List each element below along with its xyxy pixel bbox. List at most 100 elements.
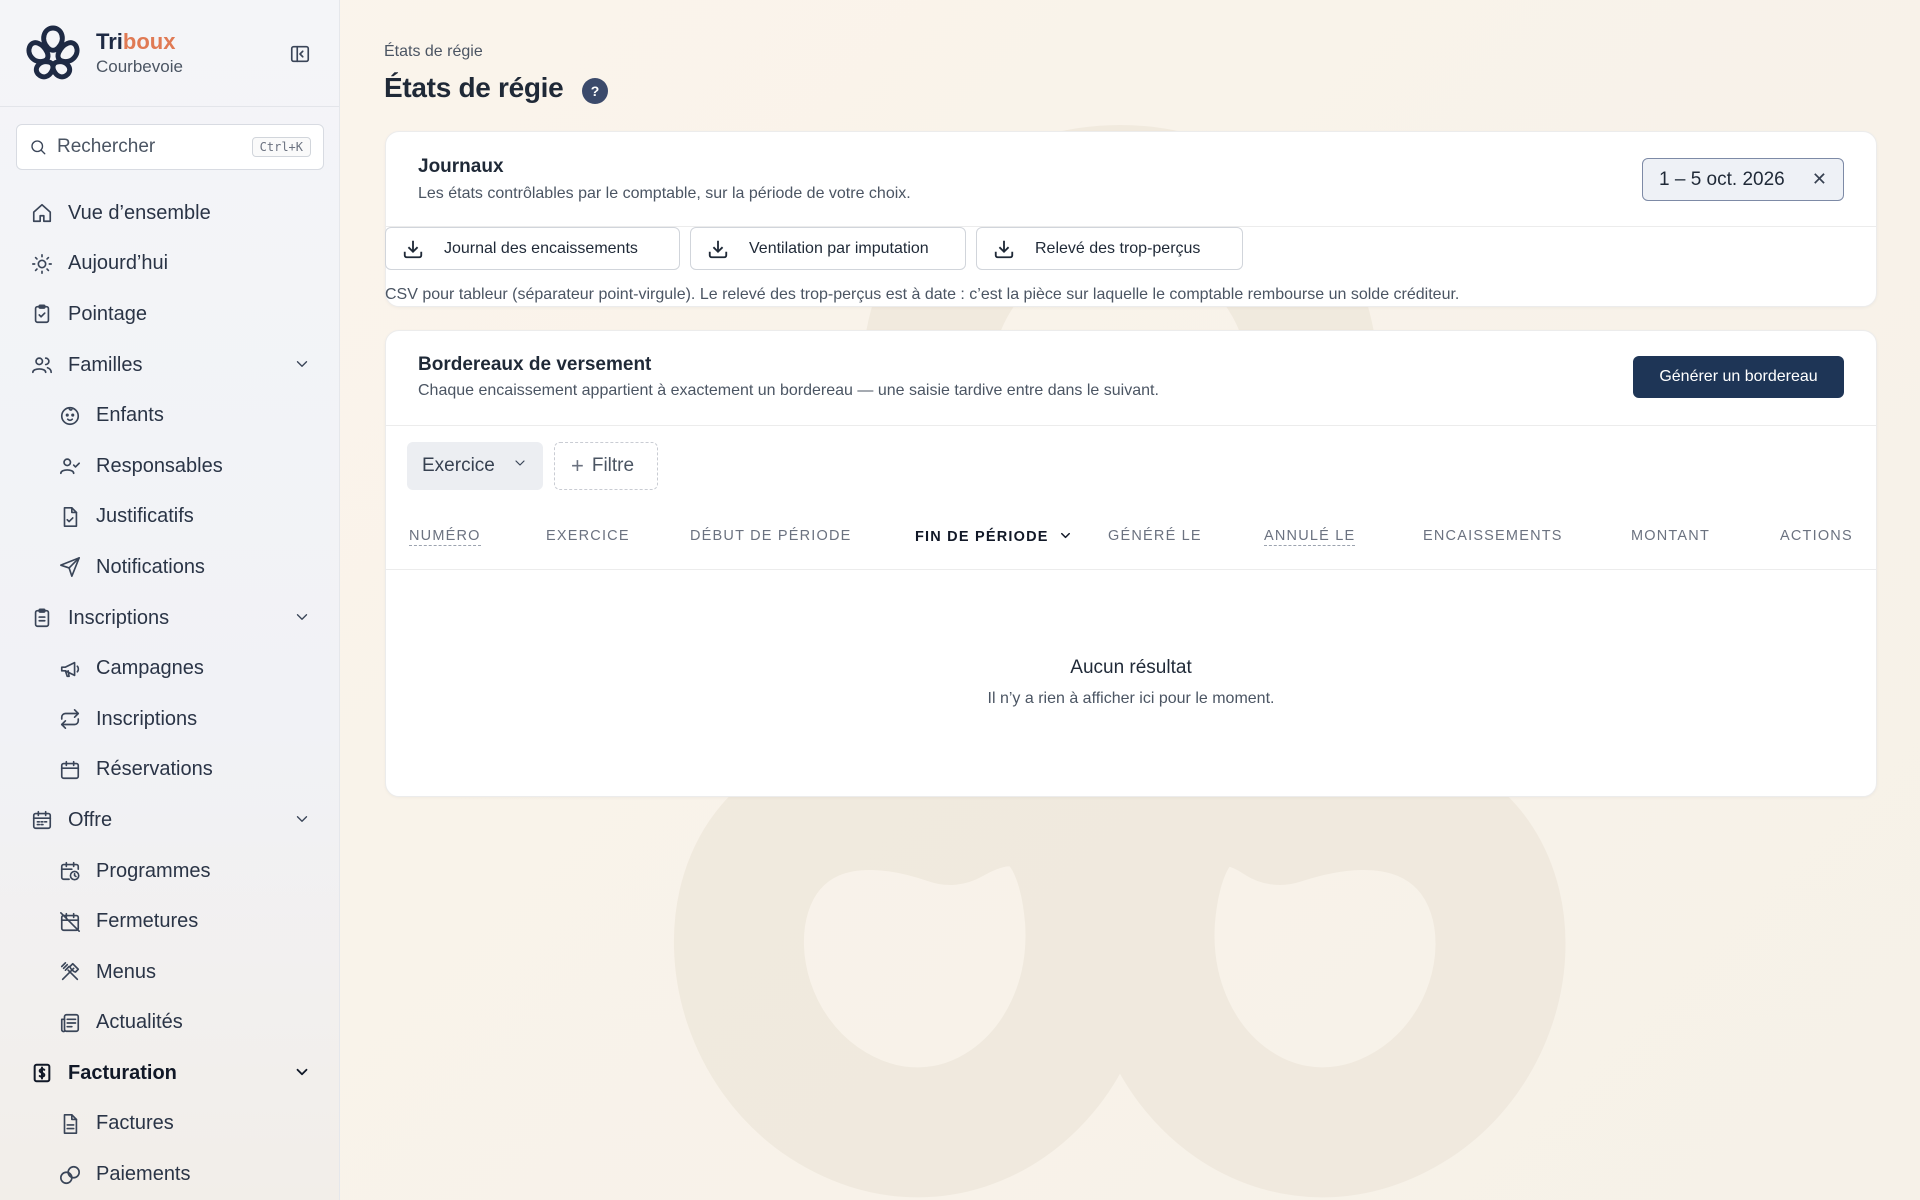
exercice-filter-label: Exercice — [422, 455, 495, 476]
sidebar-item-label: Actualités — [96, 1011, 183, 1034]
button-label: Ventilation par imputation — [749, 239, 929, 257]
bordereaux-divider — [386, 425, 1876, 426]
add-filter-button[interactable]: + Filtre — [554, 442, 658, 490]
sidebar-item-label: Réservations — [96, 758, 213, 781]
calendar-off-icon — [60, 911, 80, 932]
newspaper-icon — [60, 1013, 80, 1033]
sidebar-item-paiements[interactable]: Paiements — [0, 1149, 339, 1200]
sidebar-item-factures[interactable]: Factures — [0, 1099, 339, 1150]
brand[interactable]: Triboux Courbevoie — [24, 24, 183, 82]
column-header-exercice: Exercice — [546, 528, 630, 544]
sidebar-item-actualites[interactable]: Actualités — [0, 998, 339, 1049]
sidebar-item-inscriptions[interactable]: Inscriptions — [0, 694, 339, 745]
brand-name: Triboux — [96, 29, 176, 54]
sidebar-item-campagnes[interactable]: Campagnes — [0, 643, 339, 694]
search-input[interactable]: Rechercher Ctrl+K — [16, 124, 324, 170]
journaux-title: Journaux — [418, 156, 504, 177]
sidebar-item-justificatifs[interactable]: Justificatifs — [0, 492, 339, 543]
sidebar-item-label: Notifications — [96, 555, 205, 578]
sidebar-item-label: Campagnes — [96, 657, 204, 680]
sidebar-nav: Vue d’ensemble Aujourd’hui Pointage Fami… — [0, 188, 339, 1200]
calendar-days-icon — [32, 811, 52, 830]
repeat-icon — [60, 709, 80, 730]
sidebar-item-enfants[interactable]: Enfants — [0, 390, 339, 441]
sidebar-item-label: Familles — [68, 353, 143, 376]
sidebar-item-label: Responsables — [96, 454, 223, 477]
bordereaux-title: Bordereaux de versement — [418, 354, 652, 375]
sidebar-item-inscriptions-group[interactable]: Inscriptions — [0, 593, 339, 644]
page-title: États de régie — [384, 72, 564, 103]
sidebar-item-label: Menus — [96, 960, 157, 983]
sidebar-item-label: Programmes — [96, 859, 211, 882]
sidebar-item-label: Factures — [96, 1112, 174, 1135]
download-icon — [403, 240, 423, 258]
brand-logo-icon — [26, 25, 80, 80]
search-shortcut: Ctrl+K — [251, 137, 311, 157]
calendar-icon — [60, 760, 80, 779]
column-header-fin-periode[interactable]: Fin de période — [915, 528, 1073, 545]
coins-icon — [60, 1165, 80, 1184]
button-label: Journal des encaissements — [444, 239, 638, 257]
sidebar-item-label: Pointage — [68, 302, 147, 325]
clipboard-list-icon — [34, 608, 50, 628]
sidebar-item-facturation[interactable]: Facturation — [0, 1048, 339, 1099]
column-header-actions: Actions — [1780, 528, 1853, 544]
column-header-numero[interactable]: Numéro — [409, 528, 481, 546]
empty-state-title: Aucun résultat — [1070, 657, 1192, 678]
file-text-icon — [63, 1113, 78, 1134]
help-icon[interactable]: ? — [582, 78, 608, 104]
chevron-down-icon — [296, 816, 308, 823]
sidebar-item-label: Paiements — [96, 1163, 191, 1186]
sidebar-item-vue-ensemble[interactable]: Vue d’ensemble — [0, 188, 339, 239]
sidebar-collapse-icon — [290, 45, 310, 63]
bordereaux-card: Bordereaux de versement Chaque encaissem… — [385, 330, 1877, 797]
sidebar-item-notifications[interactable]: Notifications — [0, 542, 339, 593]
column-header-annule-le[interactable]: Annulé le — [1264, 528, 1356, 546]
sidebar-item-menus[interactable]: Menus — [0, 947, 339, 998]
download-icon — [708, 240, 728, 258]
file-check-icon — [63, 506, 78, 527]
search-placeholder: Rechercher — [57, 136, 156, 157]
collapse-sidebar-button[interactable] — [286, 40, 314, 68]
user-check-icon — [60, 458, 80, 475]
column-header-montant: Montant — [1631, 528, 1711, 544]
sidebar-item-label: Offre — [68, 808, 113, 831]
table-header-divider — [386, 569, 1876, 570]
send-icon — [60, 557, 80, 578]
chevron-down-icon — [296, 1068, 308, 1076]
chevron-down-icon — [296, 360, 308, 367]
sidebar-item-label: Enfants — [96, 404, 164, 427]
sidebar-item-aujourdhui[interactable]: Aujourd’hui — [0, 239, 339, 290]
sidebar-item-offre[interactable]: Offre — [0, 795, 339, 846]
sidebar-item-label: Inscriptions — [96, 707, 198, 730]
journaux-card: Journaux Les états contrôlables par le c… — [385, 131, 1877, 307]
sidebar-item-pointage[interactable]: Pointage — [0, 289, 339, 340]
clear-date-icon[interactable]: ✕ — [1812, 169, 1827, 190]
sidebar-item-familles[interactable]: Familles — [0, 340, 339, 391]
sidebar-item-responsables[interactable]: Responsables — [0, 441, 339, 492]
breadcrumb[interactable]: États de régie — [384, 43, 483, 61]
sidebar-item-label: Justificatifs — [96, 505, 194, 528]
column-header-encaissements: Encaissements — [1423, 528, 1563, 544]
button-label: Relevé des trop-perçus — [1035, 239, 1201, 257]
home-icon — [32, 204, 52, 223]
download-ventilation-button[interactable]: Ventilation par imputation — [690, 227, 966, 270]
sidebar-item-label: Facturation — [68, 1061, 177, 1084]
empty-state-subtitle: Il n’y a rien à afficher ici pour le mom… — [987, 690, 1275, 707]
sidebar-item-label: Fermetures — [96, 910, 199, 933]
sun-icon — [32, 253, 52, 274]
receipt-dollar-icon — [33, 1064, 51, 1083]
plus-icon: + — [571, 453, 584, 478]
date-range-picker[interactable]: 1 – 5 oct. 2026 ✕ — [1642, 158, 1844, 201]
exercice-filter-select[interactable]: Exercice — [407, 442, 543, 490]
sidebar-divider — [0, 106, 339, 107]
sidebar-item-programmes[interactable]: Programmes — [0, 846, 339, 897]
csv-note: CSV pour tableur (séparateur point-virgu… — [385, 286, 1460, 303]
generate-bordereau-button[interactable]: Générer un bordereau — [1633, 356, 1844, 398]
download-trop-percus-button[interactable]: Relevé des trop-perçus — [976, 227, 1243, 270]
sidebar-item-reservations[interactable]: Réservations — [0, 745, 339, 796]
sidebar-item-fermetures[interactable]: Fermetures — [0, 896, 339, 947]
users-icon — [32, 357, 52, 374]
baby-face-icon — [60, 406, 80, 425]
download-journal-encaissements-button[interactable]: Journal des encaissements — [385, 227, 680, 270]
